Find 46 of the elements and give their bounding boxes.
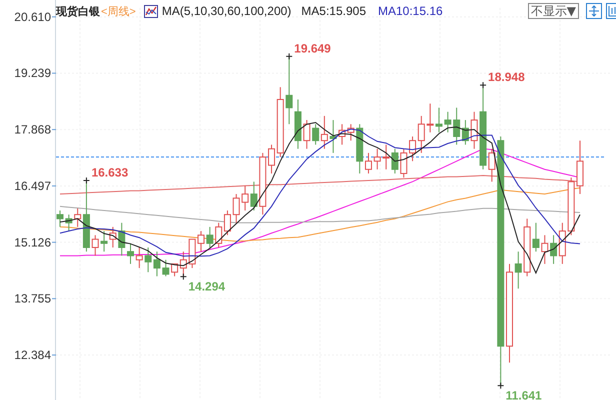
ma-value-label: MA10:15.16 (378, 4, 443, 18)
y-axis-label: 17.868 (14, 122, 51, 137)
candlestick (127, 242, 134, 264)
candlestick (232, 194, 240, 224)
candlestick (514, 251, 522, 290)
line-chart-icon[interactable] (144, 4, 158, 18)
candlestick (92, 234, 99, 256)
candlestick (118, 222, 126, 256)
candlestick (188, 238, 196, 269)
candlestick (56, 210, 64, 228)
display-dropdown[interactable]: 不显示▼ (528, 3, 579, 19)
y-axis-label: 20.610 (14, 10, 51, 24)
crosshair-button[interactable] (586, 3, 602, 19)
price-annotation: 14.294 (188, 280, 226, 294)
candlestick (259, 152, 266, 216)
crosshair-icon (588, 5, 600, 17)
ma-value-label: MA5:15.905 (301, 4, 366, 18)
candlestick (162, 259, 170, 277)
y-axis-label: 19.239 (14, 66, 51, 80)
ma-settings-label: MA(5,10,30,60,100,200) (162, 4, 292, 18)
chart-title: 现货白银 (56, 4, 100, 18)
candlestick (330, 120, 337, 154)
period-label: <周线> (101, 4, 136, 18)
price-annotation: 18.948 (488, 70, 525, 84)
y-axis-label: 16.497 (14, 178, 51, 193)
y-axis-label: 12.384 (14, 348, 51, 362)
extreme-marker-icon (82, 176, 90, 184)
candlestick (470, 111, 478, 150)
candlestick (568, 177, 575, 236)
candlestick (576, 140, 584, 195)
price-annotation: 11.641 (506, 388, 542, 400)
candlestick (374, 148, 381, 170)
candlestick (303, 120, 310, 150)
extreme-marker-icon (180, 273, 187, 280)
y-axis-label: 13.755 (14, 292, 51, 306)
candlestick (541, 234, 548, 264)
candlestick (136, 246, 143, 269)
price-annotation: 16.633 (91, 165, 128, 180)
y-axis-label: 15.126 (14, 235, 51, 250)
price-annotation: 19.649 (294, 41, 331, 56)
extreme-marker-icon (497, 382, 504, 390)
extreme-marker-icon (480, 82, 487, 89)
extreme-marker-icon (286, 52, 293, 60)
candlestick (400, 148, 408, 178)
candlestick (444, 111, 452, 133)
candlestick (65, 214, 72, 232)
